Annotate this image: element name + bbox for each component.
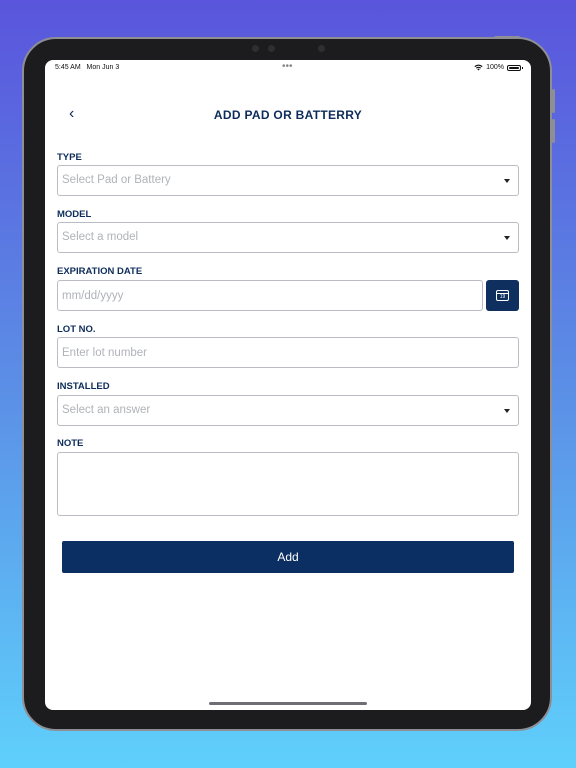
lot-number-input[interactable] bbox=[58, 338, 518, 367]
lot-number-label: LOT NO. bbox=[57, 324, 96, 335]
type-select[interactable]: Select Pad or Battery bbox=[57, 165, 519, 196]
multitasking-dots-icon[interactable]: ••• bbox=[282, 61, 293, 72]
volume-up-button bbox=[552, 89, 555, 113]
expiration-date-input-box[interactable] bbox=[57, 280, 483, 311]
calendar-icon: 19 bbox=[496, 290, 509, 301]
camera-bar bbox=[244, 43, 334, 53]
caret-down-icon bbox=[504, 236, 510, 240]
screen: 5:45 AM Mon Jun 3 ••• 100% ‹ ADD PAD OR … bbox=[45, 60, 531, 710]
expiration-date-input[interactable] bbox=[58, 281, 482, 310]
installed-select[interactable]: Select an answer bbox=[57, 395, 519, 426]
caret-down-icon bbox=[504, 409, 510, 413]
installed-label: INSTALLED bbox=[57, 381, 110, 392]
type-label: TYPE bbox=[57, 152, 82, 163]
status-right: 100% bbox=[474, 64, 523, 71]
caret-down-icon bbox=[504, 179, 510, 183]
page-header: ‹ ADD PAD OR BATTERRY bbox=[45, 104, 531, 126]
type-select-placeholder: Select Pad or Battery bbox=[62, 174, 171, 186]
status-date: Mon Jun 3 bbox=[86, 64, 120, 71]
status-time: 5:45 AM Mon Jun 3 bbox=[55, 64, 120, 71]
calendar-button[interactable]: 19 bbox=[486, 280, 519, 311]
page-title: ADD PAD OR BATTERRY bbox=[213, 108, 363, 122]
volume-down-button bbox=[552, 119, 555, 143]
status-bar: 5:45 AM Mon Jun 3 ••• 100% bbox=[45, 60, 531, 74]
model-select-placeholder: Select a model bbox=[62, 231, 139, 243]
battery-percent: 100% bbox=[486, 64, 504, 71]
model-select[interactable]: Select a model bbox=[57, 222, 519, 253]
note-textarea-box[interactable] bbox=[57, 452, 519, 516]
camera-icon bbox=[268, 45, 275, 52]
tablet-frame: 5:45 AM Mon Jun 3 ••• 100% ‹ ADD PAD OR … bbox=[22, 36, 555, 731]
model-label: MODEL bbox=[57, 209, 92, 220]
power-button bbox=[494, 36, 520, 39]
home-indicator[interactable] bbox=[209, 702, 367, 705]
installed-select-placeholder: Select an answer bbox=[62, 404, 151, 416]
note-label: NOTE bbox=[57, 438, 84, 449]
wifi-icon bbox=[474, 64, 483, 71]
front-camera-icon bbox=[318, 45, 325, 52]
battery-icon bbox=[507, 64, 523, 71]
note-textarea[interactable] bbox=[58, 453, 518, 515]
add-button[interactable]: Add bbox=[62, 541, 514, 573]
expiration-date-label: EXPIRATION DATE bbox=[57, 266, 143, 277]
sensor-icon bbox=[252, 45, 259, 52]
lot-number-input-box[interactable] bbox=[57, 337, 519, 368]
